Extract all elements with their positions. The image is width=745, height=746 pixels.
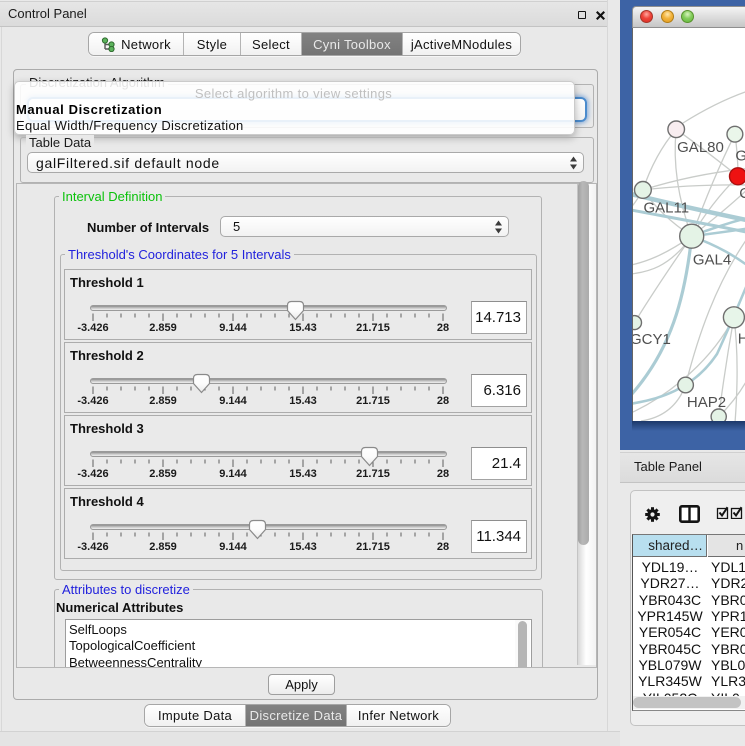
svg-text:HAP2: HAP2 <box>687 394 726 411</box>
svg-text:GAL3: GAL3 <box>735 148 745 165</box>
svg-text:GAL80: GAL80 <box>677 139 724 156</box>
svg-text:HIS: HIS <box>738 331 745 348</box>
svg-text:CD: CD <box>739 185 745 202</box>
svg-text:GAL4: GAL4 <box>693 252 731 269</box>
svg-text:GAL11: GAL11 <box>644 200 690 217</box>
svg-text:GCY1: GCY1 <box>632 331 671 348</box>
